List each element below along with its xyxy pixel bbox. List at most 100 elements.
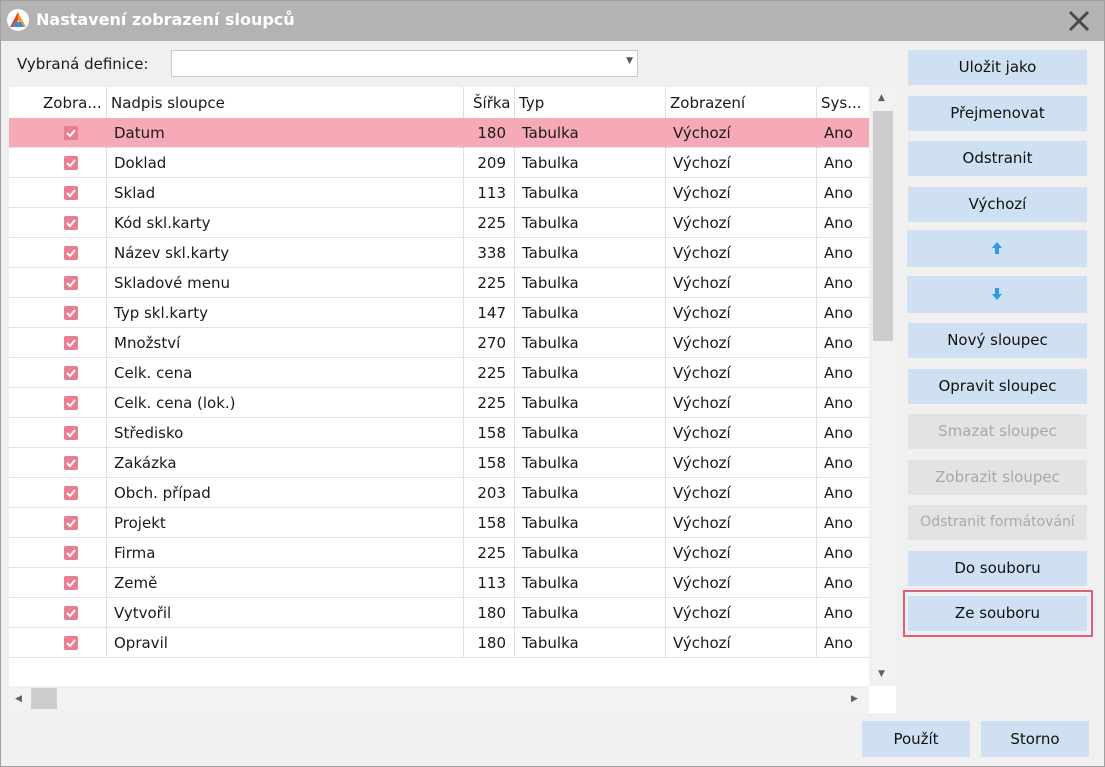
show-cell xyxy=(37,298,107,328)
horizontal-scroll-thumb[interactable] xyxy=(31,688,57,709)
checkmark-icon xyxy=(66,129,76,138)
show-checkbox[interactable] xyxy=(64,396,78,410)
column-type-cell: Tabulka xyxy=(515,238,666,268)
definition-select[interactable]: ▼ xyxy=(171,50,638,77)
column-type-cell: Tabulka xyxy=(515,628,666,658)
table-row[interactable]: Datum 180 Tabulka Výchozí Ano xyxy=(9,118,869,148)
edit-column-button[interactable]: Opravit sloupec xyxy=(908,369,1087,404)
table-row[interactable]: Středisko 158 Tabulka Výchozí Ano xyxy=(9,418,869,448)
column-width-cell: 225 xyxy=(464,388,515,418)
delete-column-button[interactable]: Smazat sloupec xyxy=(908,414,1087,449)
show-checkbox[interactable] xyxy=(64,486,78,500)
title-bar: Nastavení zobrazení sloupců xyxy=(1,1,1104,41)
save-as-button[interactable]: Uložit jako xyxy=(908,50,1087,85)
column-display-cell: Výchozí xyxy=(666,148,817,178)
table-row[interactable]: Název skl.karty 338 Tabulka Výchozí Ano xyxy=(9,238,869,268)
header-system[interactable]: Sys... xyxy=(817,87,869,118)
show-checkbox[interactable] xyxy=(64,246,78,260)
header-type[interactable]: Typ xyxy=(515,87,666,118)
show-cell xyxy=(37,358,107,388)
show-checkbox[interactable] xyxy=(64,426,78,440)
column-system-cell: Ano xyxy=(824,214,853,232)
grid-header: Zobra... Nadpis sloupce Šířka Typ Zobraz… xyxy=(9,87,869,118)
checkmark-icon xyxy=(66,459,76,468)
show-checkbox[interactable] xyxy=(64,636,78,650)
show-checkbox[interactable] xyxy=(64,516,78,530)
show-checkbox[interactable] xyxy=(64,156,78,170)
vertical-scrollbar[interactable]: ▲ ▼ xyxy=(869,87,896,686)
header-display[interactable]: Zobrazení xyxy=(666,87,817,118)
table-row[interactable]: Kód skl.karty 225 Tabulka Výchozí Ano xyxy=(9,208,869,238)
column-name-cell: Název skl.karty xyxy=(107,238,464,268)
show-cell xyxy=(37,538,107,568)
vertical-scroll-thumb[interactable] xyxy=(873,111,893,341)
default-button[interactable]: Výchozí xyxy=(908,187,1087,222)
column-name-cell: Sklad xyxy=(107,178,464,208)
delete-definition-button[interactable]: Odstranit xyxy=(908,141,1087,176)
show-checkbox[interactable] xyxy=(64,186,78,200)
arrow-up-icon xyxy=(992,242,1002,254)
remove-formatting-button[interactable]: Odstranit formátování xyxy=(908,505,1087,540)
show-checkbox[interactable] xyxy=(64,126,78,140)
column-width-cell: 270 xyxy=(464,328,515,358)
show-checkbox[interactable] xyxy=(64,456,78,470)
column-display-cell: Výchozí xyxy=(666,298,817,328)
table-row[interactable]: Skladové menu 225 Tabulka Výchozí Ano xyxy=(9,268,869,298)
cancel-button[interactable]: Storno xyxy=(981,721,1089,757)
show-checkbox[interactable] xyxy=(64,306,78,320)
scroll-left-icon[interactable]: ◀ xyxy=(15,694,22,704)
new-column-button[interactable]: Nový sloupec xyxy=(908,323,1087,358)
column-display-cell: Výchozí xyxy=(666,418,817,448)
column-type-cell: Tabulka xyxy=(515,538,666,568)
move-down-button[interactable] xyxy=(907,276,1087,313)
show-cell xyxy=(37,478,107,508)
columns-grid: Zobra... Nadpis sloupce Šířka Typ Zobraz… xyxy=(9,87,896,713)
to-file-button[interactable]: Do souboru xyxy=(908,551,1087,586)
definition-label: Vybraná definice: xyxy=(17,55,149,73)
show-checkbox[interactable] xyxy=(64,606,78,620)
table-row[interactable]: Zakázka 158 Tabulka Výchozí Ano xyxy=(9,448,869,478)
scroll-right-icon[interactable]: ▶ xyxy=(851,694,858,704)
scroll-down-icon[interactable]: ▼ xyxy=(878,669,885,679)
column-type-cell: Tabulka xyxy=(515,448,666,478)
rename-button[interactable]: Přejmenovat xyxy=(908,96,1087,131)
table-row[interactable]: Vytvořil 180 Tabulka Výchozí Ano xyxy=(9,598,869,628)
table-row[interactable]: Projekt 158 Tabulka Výchozí Ano xyxy=(9,508,869,538)
table-row[interactable]: Opravil 180 Tabulka Výchozí Ano xyxy=(9,628,869,658)
show-checkbox[interactable] xyxy=(64,546,78,560)
column-display-cell: Výchozí xyxy=(666,358,817,388)
apply-button[interactable]: Použít xyxy=(862,721,970,757)
table-row[interactable]: Doklad 209 Tabulka Výchozí Ano xyxy=(9,148,869,178)
header-show[interactable]: Zobra... xyxy=(37,87,107,118)
close-icon[interactable] xyxy=(1062,4,1096,38)
show-checkbox[interactable] xyxy=(64,366,78,380)
checkmark-icon xyxy=(66,399,76,408)
checkmark-icon xyxy=(66,489,76,498)
move-up-button[interactable] xyxy=(907,230,1087,267)
header-name[interactable]: Nadpis sloupce xyxy=(107,87,464,118)
table-row[interactable]: Sklad 113 Tabulka Výchozí Ano xyxy=(9,178,869,208)
table-row[interactable]: Celk. cena 225 Tabulka Výchozí Ano xyxy=(9,358,869,388)
table-row[interactable]: Firma 225 Tabulka Výchozí Ano xyxy=(9,538,869,568)
app-logo-icon xyxy=(7,9,29,31)
from-file-button[interactable]: Ze souboru xyxy=(908,596,1087,631)
horizontal-scrollbar[interactable]: ◀ ▶ xyxy=(9,686,869,713)
table-row[interactable]: Obch. případ 203 Tabulka Výchozí Ano xyxy=(9,478,869,508)
column-name-cell: Doklad xyxy=(107,148,464,178)
column-width-cell: 158 xyxy=(464,508,515,538)
show-checkbox[interactable] xyxy=(64,576,78,590)
show-cell xyxy=(37,238,107,268)
show-column-button[interactable]: Zobrazit sloupec xyxy=(908,460,1087,495)
table-row[interactable]: Typ skl.karty 147 Tabulka Výchozí Ano xyxy=(9,298,869,328)
show-cell xyxy=(37,568,107,598)
table-row[interactable]: Země 113 Tabulka Výchozí Ano xyxy=(9,568,869,598)
show-checkbox[interactable] xyxy=(64,276,78,290)
show-checkbox[interactable] xyxy=(64,336,78,350)
header-width[interactable]: Šířka xyxy=(464,87,515,118)
table-row[interactable]: Množství 270 Tabulka Výchozí Ano xyxy=(9,328,869,358)
column-display-cell: Výchozí xyxy=(666,568,817,598)
show-checkbox[interactable] xyxy=(64,216,78,230)
table-row[interactable]: Celk. cena (lok.) 225 Tabulka Výchozí Ano xyxy=(9,388,869,418)
column-width-cell: 180 xyxy=(464,118,515,148)
scroll-up-icon[interactable]: ▲ xyxy=(878,93,885,103)
